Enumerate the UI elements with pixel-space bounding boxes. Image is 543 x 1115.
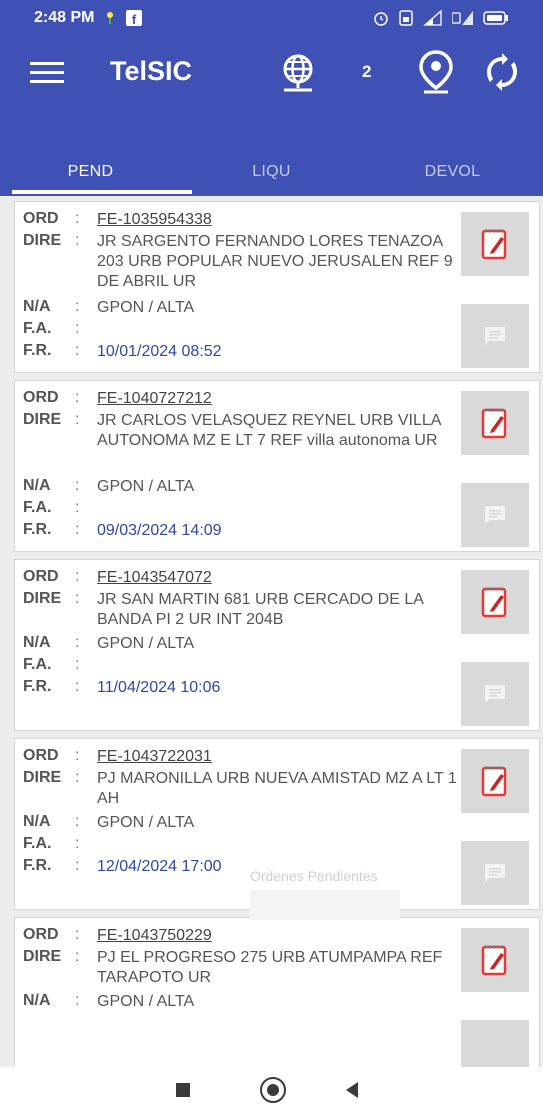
toast-background	[250, 890, 400, 920]
message-icon	[485, 327, 505, 345]
order-fa	[97, 835, 467, 853]
message-icon	[485, 506, 505, 524]
order-date: 11/04/2024 10:06	[97, 679, 221, 696]
na-label: N/A	[23, 477, 51, 494]
order-fa	[97, 320, 467, 338]
order-card[interactable]: ORD: FE-1035954338 DIRE: JR SARGENTO FERNA…	[14, 201, 540, 373]
tab-pend[interactable]: PEND	[0, 148, 181, 196]
edit-button[interactable]	[461, 212, 529, 276]
order-fa	[97, 656, 467, 674]
message-button[interactable]	[461, 304, 529, 368]
menu-icon[interactable]	[30, 54, 64, 90]
order-number[interactable]: FE-1040727212	[97, 389, 467, 409]
status-bar: 2:48 PM f	[0, 0, 543, 36]
order-type: GPON / ALTA	[97, 478, 195, 495]
na-label: N/A	[23, 992, 51, 1009]
ord-label: ORD	[23, 926, 59, 943]
fr-label: F.R.	[23, 342, 52, 359]
message-button[interactable]	[461, 1020, 529, 1067]
location-pin-icon[interactable]	[418, 50, 454, 94]
order-type: GPON / ALTA	[97, 993, 195, 1010]
order-number[interactable]: FE-1043722031	[97, 747, 467, 767]
order-card[interactable]: ORD: FE-1043547072 DIRE: JR SAN MARTIN 681…	[14, 559, 540, 731]
fa-label: F.A.	[23, 656, 52, 673]
ord-label: ORD	[23, 210, 59, 227]
globe-icon[interactable]	[278, 52, 318, 94]
order-card[interactable]: ORD: FE-1040727212 DIRE: JR CARLOS VELASQU…	[14, 380, 540, 552]
app-title: TelSIC	[110, 56, 193, 86]
back-icon[interactable]	[346, 1082, 358, 1098]
dire-label: DIRE	[23, 948, 62, 965]
order-address: PJ EL PROGRESO 275 URB ATUMPAMPA REF TAR…	[97, 949, 443, 986]
order-address: JR SARGENTO FERNANDO LORES TENAZOA 203 U…	[97, 233, 453, 290]
edit-document-icon	[481, 229, 507, 260]
app-bar: TelSIC 2	[0, 36, 543, 148]
alarm-icon	[374, 12, 388, 26]
system-nav-bar	[0, 1067, 543, 1115]
edit-button[interactable]	[461, 391, 529, 455]
edit-button[interactable]	[461, 749, 529, 813]
edit-document-icon	[481, 587, 507, 618]
fr-label: F.R.	[23, 521, 52, 538]
svg-text:f: f	[132, 12, 137, 26]
order-address: PJ MARONILLA URB NUEVA AMISTAD MZ A LT 1…	[97, 770, 457, 807]
toast-message: Ordenes Pendientes	[250, 868, 378, 884]
ord-label: ORD	[23, 389, 59, 406]
signal-icon-2	[452, 11, 473, 25]
order-type: GPON / ALTA	[97, 635, 195, 652]
na-label: N/A	[23, 634, 51, 651]
message-icon	[485, 685, 505, 703]
order-number[interactable]: FE-1043750229	[97, 926, 467, 946]
na-label: N/A	[23, 813, 51, 830]
fr-label: F.R.	[23, 678, 52, 695]
ord-label: ORD	[23, 747, 59, 764]
dire-label: DIRE	[23, 590, 62, 607]
order-number[interactable]: FE-1035954338	[97, 210, 467, 230]
tab-indicator	[12, 190, 192, 194]
edit-button[interactable]	[461, 570, 529, 634]
edit-document-icon	[481, 945, 507, 976]
order-date: 10/01/2024 08:52	[97, 343, 222, 360]
order-address: JR CARLOS VELASQUEZ REYNEL URB VILLA AUT…	[97, 412, 441, 449]
orders-list[interactable]: ORD: FE-1035954338 DIRE: JR SARGENTO FERNA…	[0, 197, 543, 1067]
na-label: N/A	[23, 298, 51, 315]
fr-label: F.R.	[23, 857, 52, 874]
order-card[interactable]: ORD: FE-1043722031 DIRE: PJ MARONILLA URB …	[14, 738, 540, 910]
sync-icon[interactable]	[482, 52, 522, 92]
fa-label: F.A.	[23, 499, 52, 516]
message-button[interactable]	[461, 483, 529, 547]
pending-count: 2	[362, 62, 372, 81]
ord-label: ORD	[23, 568, 59, 585]
facebook-icon: f	[126, 10, 143, 26]
recents-icon[interactable]	[176, 1083, 190, 1097]
dire-label: DIRE	[23, 769, 62, 786]
home-icon[interactable]	[260, 1077, 286, 1103]
signal-icon-1	[423, 10, 442, 26]
edit-document-icon	[481, 766, 507, 797]
order-type: GPON / ALTA	[97, 299, 195, 316]
order-card[interactable]: ORD: FE-1043750229 DIRE: PJ EL PROGRESO 27…	[14, 917, 540, 1067]
message-icon	[485, 864, 505, 882]
tab-devol[interactable]: DEVOL	[362, 148, 543, 196]
fa-label: F.A.	[23, 835, 52, 852]
order-number[interactable]: FE-1043547072	[97, 568, 467, 588]
edit-button[interactable]	[461, 928, 529, 992]
battery-icon	[483, 11, 508, 25]
message-button[interactable]	[461, 662, 529, 726]
order-date: 09/03/2024 14:09	[97, 522, 222, 539]
tab-bar: PEND LIQU DEVOL	[0, 148, 543, 196]
notification-dot-icon	[107, 12, 114, 24]
fa-label: F.A.	[23, 320, 52, 337]
dire-label: DIRE	[23, 232, 62, 249]
order-type: GPON / ALTA	[97, 814, 195, 831]
order-address: JR SAN MARTIN 681 URB CERCADO DE LA BAND…	[97, 591, 424, 628]
sim-icon	[399, 10, 413, 26]
tab-liqu[interactable]: LIQU	[181, 148, 362, 196]
dire-label: DIRE	[23, 411, 62, 428]
order-fa	[97, 499, 467, 517]
status-time: 2:48 PM	[34, 9, 95, 26]
edit-document-icon	[481, 408, 507, 439]
message-button[interactable]	[461, 841, 529, 905]
